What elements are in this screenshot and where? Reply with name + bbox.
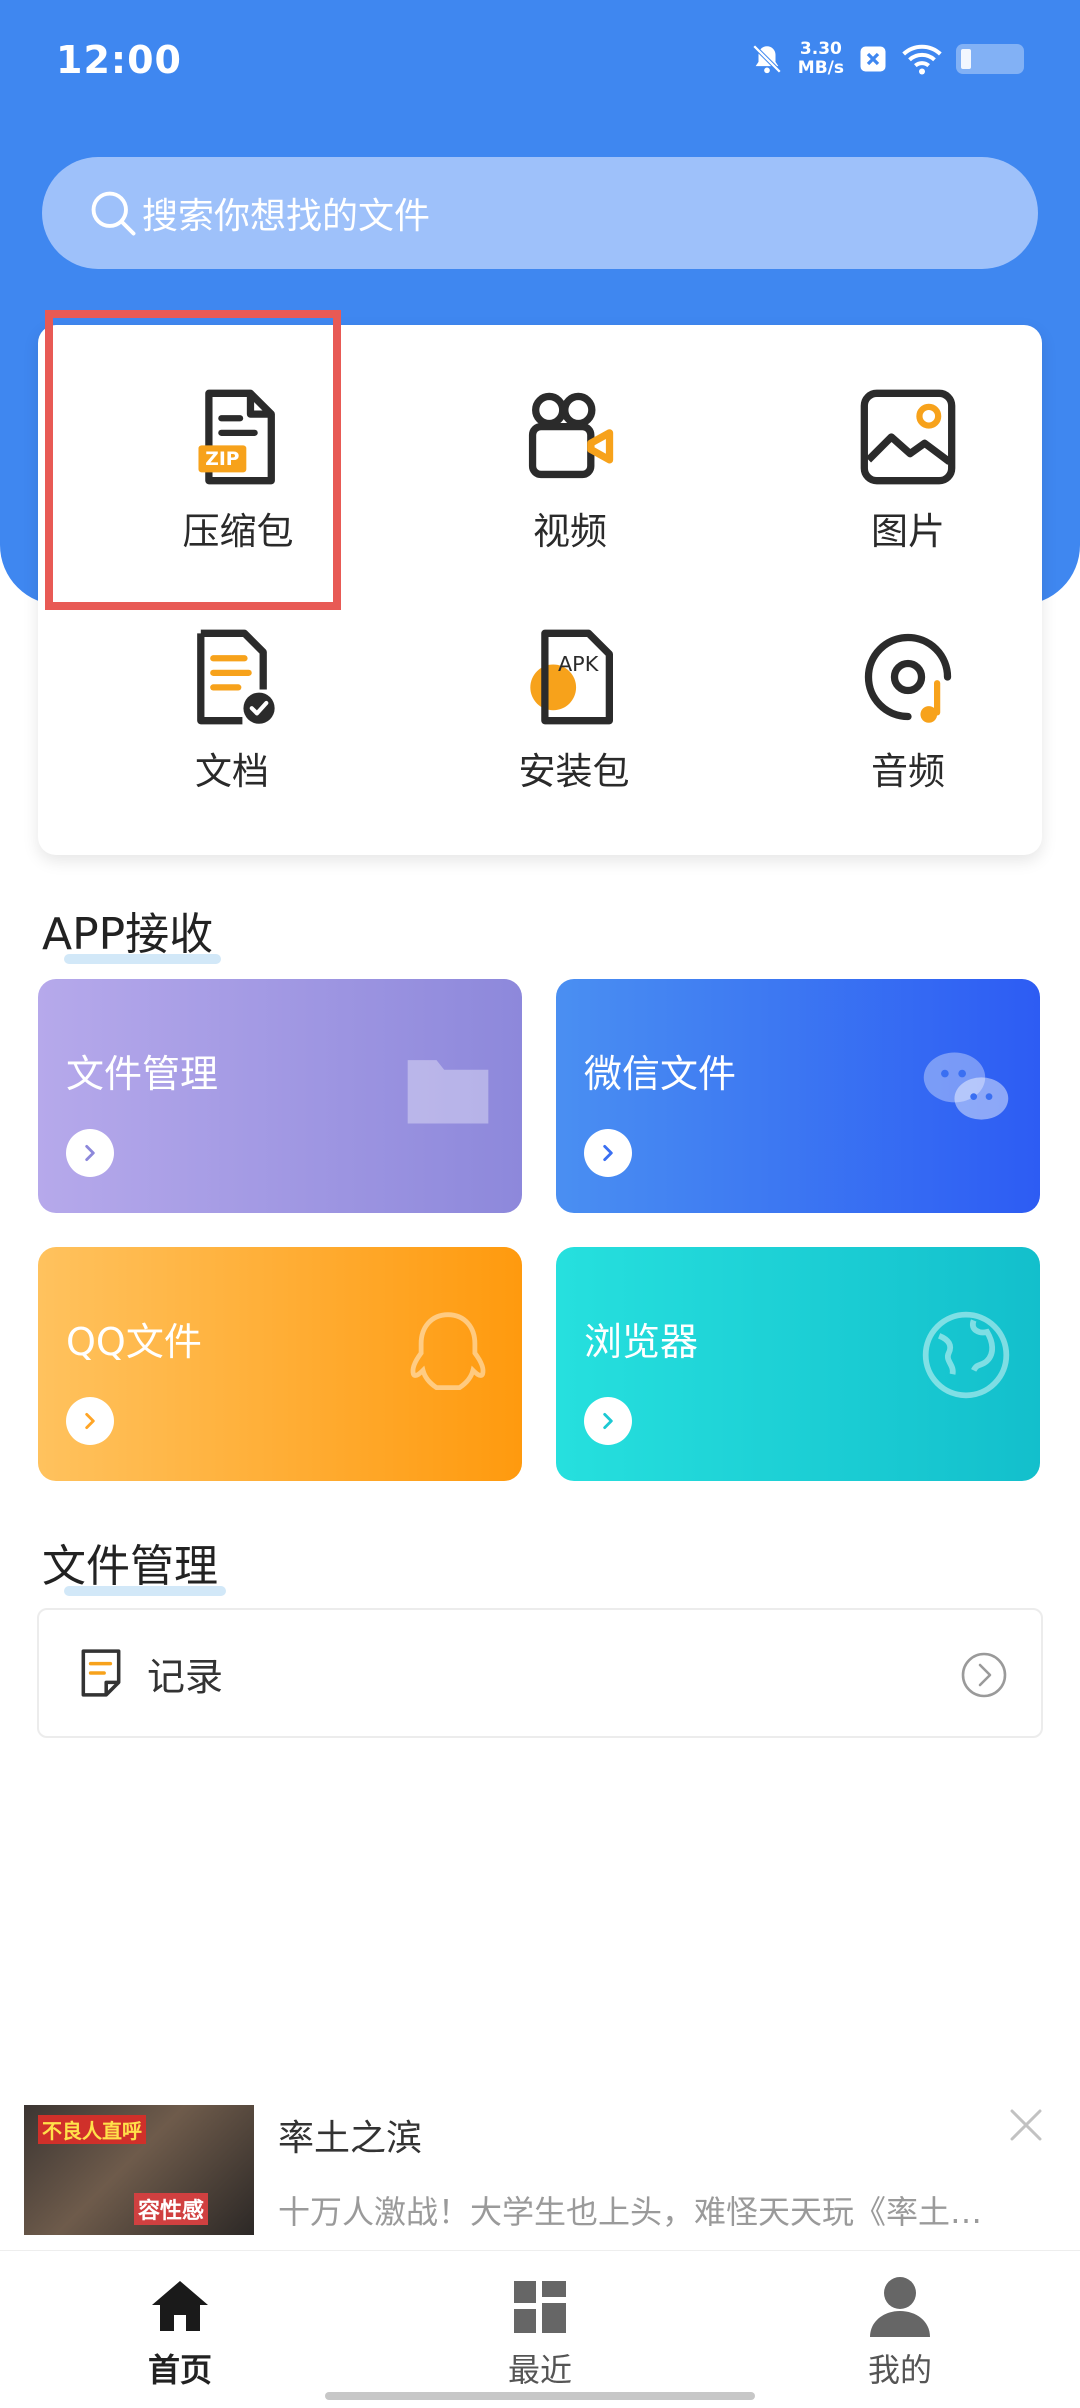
- nav-item-recent[interactable]: 最近: [440, 2271, 640, 2391]
- bell-off-icon: [752, 44, 782, 74]
- arrow-button[interactable]: [584, 1129, 632, 1177]
- app-card-wechat[interactable]: 微信文件: [556, 979, 1040, 1213]
- chevron-right-icon: [85, 1412, 95, 1430]
- music-disc-icon: [864, 633, 952, 723]
- app-section-title-text: APP接收: [42, 909, 214, 960]
- chevron-right-icon: [603, 1412, 613, 1430]
- nav-label: 首页: [147, 2351, 212, 2389]
- arrow-button[interactable]: [66, 1129, 114, 1177]
- arrow-button[interactable]: [66, 1397, 114, 1445]
- category-video[interactable]: 视频: [420, 385, 720, 585]
- file-section-title-text: 文件管理: [42, 1541, 218, 1592]
- app-card-qq[interactable]: QQ文件: [38, 1247, 522, 1481]
- chevron-right-icon: [85, 1144, 95, 1162]
- record-row[interactable]: 记录: [37, 1608, 1043, 1738]
- search-placeholder: 搜索你想找的文件: [142, 196, 431, 237]
- video-camera-icon: [528, 392, 614, 479]
- category-apk[interactable]: APK 安装包: [424, 625, 724, 825]
- app-notification-icon: [860, 46, 886, 72]
- user-icon: [870, 2277, 930, 2337]
- nav-item-home[interactable]: 首页: [80, 2271, 280, 2391]
- net-speed: 3.30 MB/s: [798, 40, 844, 78]
- thumb-text-bottom: 容性感: [134, 2193, 209, 2225]
- search-bar[interactable]: 搜索你想找的文件: [42, 157, 1038, 269]
- category-audio[interactable]: 音频: [758, 625, 1058, 825]
- nav-label: 最近: [507, 2351, 572, 2389]
- app-card-label: 文件管理: [66, 1052, 219, 1096]
- app-card-label: QQ文件: [66, 1320, 202, 1364]
- qq-icon: [410, 1312, 486, 1391]
- status-icons: 3.30 MB/s: [750, 40, 1024, 78]
- battery-icon: [956, 44, 1024, 74]
- app-card-browser[interactable]: 浏览器: [556, 1247, 1040, 1481]
- ad-description: 十万人激战！大学生也上头，难怪天天玩《率土…: [278, 2193, 983, 2231]
- category-label: 音频: [871, 750, 945, 793]
- status-time: 12:00: [56, 38, 182, 82]
- file-section-title: 文件管理: [42, 1530, 226, 1596]
- app-card-file-manager[interactable]: 文件管理: [38, 979, 522, 1213]
- wifi-icon: [902, 44, 942, 75]
- category-document[interactable]: 文档: [82, 625, 382, 825]
- folder-icon: [407, 1060, 489, 1124]
- app-section-title: APP接收: [42, 898, 222, 964]
- ad-thumbnail[interactable]: 不良人直呼 容性感: [24, 2105, 254, 2235]
- ad-banner[interactable]: 不良人直呼 容性感 率土之滨 十万人激战！大学生也上头，难怪天天玩《率土…: [0, 2095, 1080, 2245]
- close-icon[interactable]: [1006, 2105, 1046, 2145]
- category-label: 文档: [195, 750, 269, 793]
- net-speed-unit: MB/s: [797, 58, 844, 78]
- app-card-label: 浏览器: [584, 1320, 699, 1364]
- nav-item-mine[interactable]: 我的: [800, 2271, 1000, 2391]
- chevron-right-icon: [603, 1144, 613, 1162]
- home-indicator: [325, 2392, 755, 2400]
- chevron-circle-right-icon[interactable]: [959, 1650, 1009, 1700]
- highlight-box: [45, 310, 341, 610]
- category-image[interactable]: 图片: [758, 385, 1058, 585]
- search-icon: [91, 191, 136, 236]
- category-label: 安装包: [518, 750, 630, 793]
- thumb-text-top: 不良人直呼: [38, 2115, 146, 2144]
- category-label: 图片: [871, 510, 945, 553]
- ad-title: 率土之滨: [278, 2118, 423, 2159]
- wechat-icon: [923, 1052, 1009, 1120]
- category-label: 视频: [533, 510, 607, 553]
- document-icon: [197, 629, 275, 725]
- record-doc-icon: [81, 1649, 121, 1697]
- recent-grid-icon: [514, 2281, 566, 2333]
- apk-icon: APK: [530, 629, 613, 725]
- home-icon: [152, 2281, 208, 2331]
- nav-label: 我的: [867, 2351, 932, 2389]
- status-bar: 12:00 3.30 MB/s: [0, 0, 1080, 125]
- image-icon: [860, 389, 956, 485]
- record-label: 记录: [147, 1654, 224, 1699]
- arrow-button[interactable]: [584, 1397, 632, 1445]
- svg-text:APK: APK: [558, 652, 600, 676]
- net-speed-value: 3.30: [799, 39, 842, 59]
- app-card-label: 微信文件: [584, 1052, 737, 1096]
- bottom-nav: 首页 最近 我的: [0, 2250, 1080, 2408]
- globe-icon: [922, 1311, 1010, 1399]
